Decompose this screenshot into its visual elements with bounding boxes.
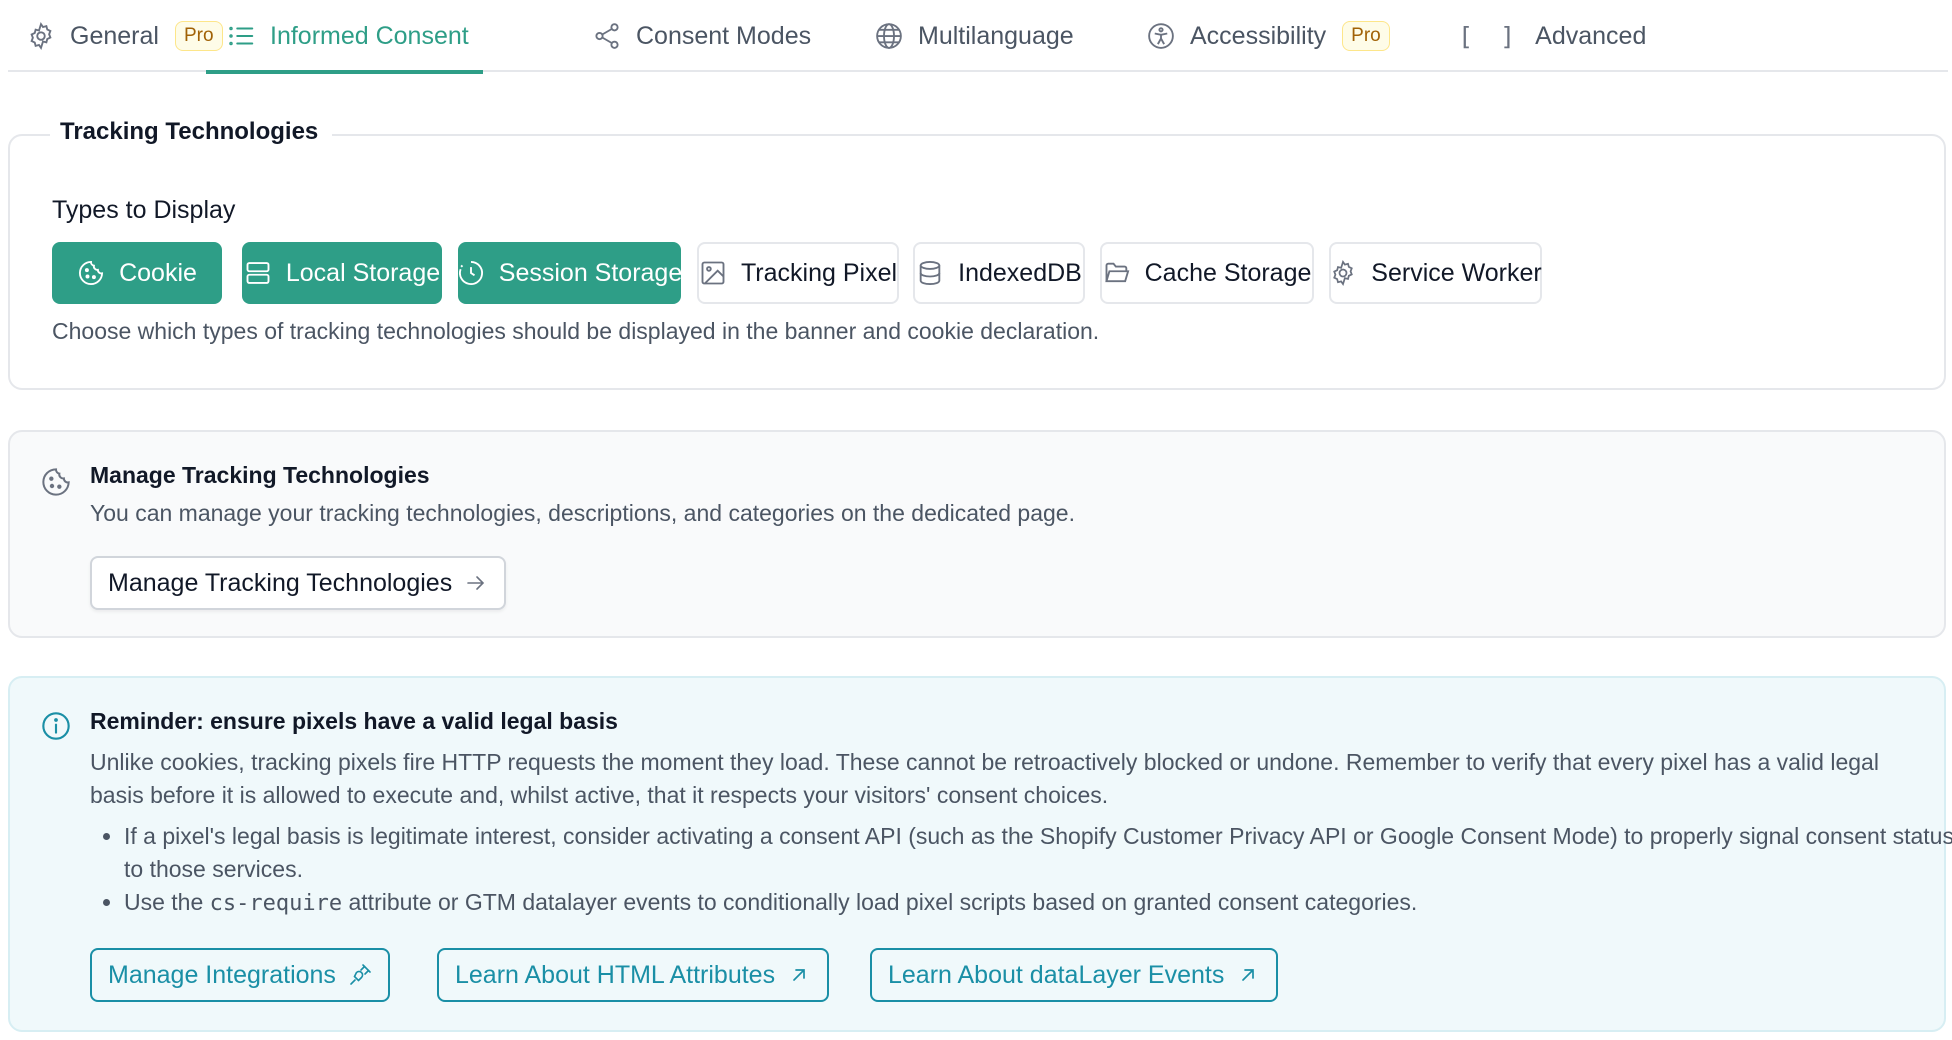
- button-label: Learn About dataLayer Events: [888, 960, 1225, 989]
- reminder-bullet: Use the cs-require attribute or GTM data…: [124, 886, 1952, 920]
- type-label: IndexedDB: [958, 258, 1082, 287]
- gear-icon: [1333, 259, 1354, 287]
- type-label: Tracking Pixel: [740, 258, 898, 287]
- bullet-text: attribute or GTM datalayer events to con…: [342, 889, 1418, 915]
- type-toggle-cache-storage[interactable]: Cache Storage: [1100, 242, 1314, 304]
- external-arrow-icon: [1242, 969, 1255, 981]
- gear-icon: [30, 22, 52, 50]
- type-label: Local Storage: [285, 258, 441, 287]
- type-label: Cache Storage: [1144, 258, 1312, 287]
- tab-informed-consent[interactable]: Informed Consent: [206, 0, 483, 74]
- type-label: Session Storage: [498, 258, 683, 287]
- card-title: Manage Tracking Technologies: [90, 462, 430, 488]
- types-help-text: Choose which types of tracking technolog…: [52, 318, 1100, 344]
- pro-badge: Pro: [174, 21, 223, 51]
- tab-label: General: [70, 21, 159, 50]
- clock-icon: [458, 260, 483, 286]
- button-label: Learn About HTML Attributes: [455, 960, 776, 989]
- reminder-bullet: If a pixel's legal basis is legitimate i…: [124, 820, 1952, 886]
- pro-badge: Pro: [1342, 21, 1390, 51]
- manage-tracking-technologies-button[interactable]: Manage Tracking Technologies: [90, 556, 507, 610]
- type-toggle-indexeddb[interactable]: IndexedDB: [913, 242, 1085, 304]
- learn-datalayer-events-button[interactable]: Learn About dataLayer Events: [870, 948, 1279, 1002]
- tab-label: Consent Modes: [636, 21, 812, 50]
- pixel-reminder-callout: Reminder: ensure pixels have a valid leg…: [8, 676, 1952, 1032]
- learn-html-attributes-button[interactable]: Learn About HTML Attributes: [437, 948, 830, 1002]
- card-description: You can manage your tracking technologie…: [90, 500, 1075, 526]
- tab-label: Advanced: [1535, 21, 1647, 50]
- folder-open-icon: [1104, 262, 1129, 283]
- share-icon: [595, 23, 619, 49]
- type-label: Service Worker: [1371, 258, 1542, 287]
- reminder-text: Unlike cookies, tracking pixels fire HTT…: [90, 749, 1879, 808]
- brackets-icon: [ ]: [1458, 21, 1522, 51]
- reminder-bullets: If a pixel's legal basis is legitimate i…: [90, 820, 1952, 920]
- tab-label: Accessibility: [1190, 21, 1327, 50]
- type-toggle-local-storage[interactable]: Local Storage: [242, 242, 442, 304]
- arrow-right-icon: [467, 576, 485, 590]
- attribute-code: cs-require: [209, 891, 343, 916]
- type-label: Cookie: [119, 258, 197, 287]
- list-icon: [229, 26, 254, 46]
- type-toggle-cookie[interactable]: Cookie: [52, 242, 222, 304]
- type-toggle-tracking-pixel[interactable]: Tracking Pixel: [697, 242, 899, 304]
- settings-tabs: General Pro Informed Consent Consent Mod…: [8, 0, 1948, 74]
- tab-label: Informed Consent: [270, 21, 469, 50]
- tab-multilanguage[interactable]: Multilanguage: [874, 0, 1074, 72]
- tab-general[interactable]: General Pro: [26, 0, 223, 72]
- button-label: Manage Tracking Technologies: [108, 568, 453, 597]
- type-toggle-session-storage[interactable]: Session Storage: [458, 242, 683, 304]
- server-icon: [246, 262, 270, 284]
- plug-icon: [350, 964, 371, 985]
- manage-integrations-button[interactable]: Manage Integrations: [90, 948, 390, 1002]
- fieldset-legend: Tracking Technologies: [50, 118, 333, 146]
- manage-tracking-card: Manage Tracking Technologies You can man…: [8, 430, 1946, 638]
- tab-consent-modes[interactable]: Consent Modes: [592, 0, 811, 72]
- types-to-display-label: Types to Display: [52, 196, 236, 224]
- cookie-icon: [79, 260, 104, 285]
- type-toggle-service-worker[interactable]: Service Worker: [1329, 242, 1542, 304]
- bullet-text: Use the: [124, 889, 210, 915]
- accessibility-icon: [1148, 23, 1174, 49]
- tab-accessibility[interactable]: Accessibility Pro: [1146, 0, 1390, 72]
- info-icon: [42, 712, 70, 740]
- tab-advanced[interactable]: [ ] Advanced: [1458, 0, 1646, 72]
- tab-label: Multilanguage: [918, 21, 1074, 50]
- database-icon: [919, 260, 941, 286]
- tracking-technologies-fieldset: Tracking Technologies Types to Display C…: [8, 118, 1946, 390]
- image-icon: [701, 261, 725, 285]
- external-arrow-icon: [793, 969, 805, 981]
- globe-icon: [876, 23, 902, 49]
- cookie-icon: [42, 468, 70, 496]
- button-label: Manage Integrations: [108, 960, 336, 989]
- reminder-title: Reminder: ensure pixels have a valid leg…: [90, 708, 618, 734]
